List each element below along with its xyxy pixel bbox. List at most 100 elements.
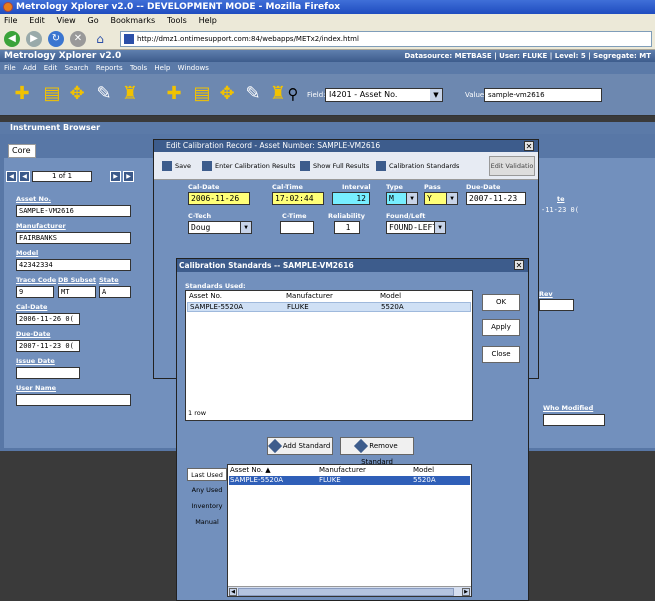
db-subset-field[interactable]: MT: [58, 286, 96, 298]
table-row[interactable]: SAMPLE-5520A FLUKE 5520A: [229, 476, 470, 485]
asset-field[interactable]: SAMPLE-VM2616: [16, 205, 131, 217]
app-menu-tools[interactable]: Tools: [130, 64, 147, 72]
list-icon[interactable]: ▤: [40, 82, 64, 106]
user-name-field[interactable]: [16, 394, 131, 406]
save-button[interactable]: Save: [162, 161, 191, 171]
due-date-field[interactable]: 2007-11-23 0(: [16, 340, 80, 352]
close-icon[interactable]: ✕: [514, 260, 524, 270]
calibration-standards-button[interactable]: Calibration Standards: [376, 161, 459, 171]
app-menu-search[interactable]: Search: [65, 64, 89, 72]
app-menu-windows[interactable]: Windows: [178, 64, 209, 72]
chevron-down-icon[interactable]: ▼: [406, 193, 417, 204]
binoculars-icon[interactable]: ⚲: [281, 82, 305, 106]
c-time-field[interactable]: [280, 221, 314, 234]
chevron-down-icon[interactable]: ▼: [430, 89, 442, 101]
tab-any-used[interactable]: Any Used: [187, 484, 227, 496]
interval-field[interactable]: 12: [332, 192, 370, 205]
column-header-manufacturer[interactable]: Manufacturer: [319, 466, 366, 474]
cal-date-field[interactable]: 2006-11-26 0(: [16, 313, 80, 325]
column-header-model[interactable]: Model: [413, 466, 434, 474]
person-icon[interactable]: ♜: [118, 82, 142, 106]
forward-icon[interactable]: ▶: [26, 31, 42, 47]
move-icon[interactable]: ✥: [65, 82, 89, 106]
horizontal-scrollbar[interactable]: ◀ ▶: [228, 586, 471, 596]
app-menu-reports[interactable]: Reports: [96, 64, 123, 72]
type-select[interactable]: M ▼: [386, 192, 418, 205]
rev-field[interactable]: [539, 299, 574, 311]
model-field[interactable]: 42342334: [16, 259, 131, 271]
column-header-model[interactable]: Model: [380, 292, 401, 300]
menu-edit[interactable]: Edit: [29, 16, 45, 25]
back-icon[interactable]: ◀: [4, 31, 20, 47]
tab-core[interactable]: Core: [8, 144, 36, 158]
page-icon: [124, 34, 134, 44]
cal-time-field[interactable]: 17:02:44: [272, 192, 324, 205]
enter-results-button[interactable]: Enter Calibration Results: [202, 161, 295, 171]
chevron-down-icon[interactable]: ▼: [434, 222, 445, 233]
standards-lookup-grid[interactable]: Asset No. ▲ Manufacturer Model SAMPLE-55…: [227, 464, 472, 597]
scroll-thumb[interactable]: [238, 588, 454, 596]
column-header-asset[interactable]: Asset No. ▲: [230, 466, 271, 474]
next-record-icon[interactable]: ▶: [110, 171, 121, 182]
add-instrument-icon[interactable]: ✚: [10, 82, 34, 106]
url-bar[interactable]: http://dmz1.ontimesupport.com:84/webapps…: [120, 31, 652, 47]
app-menu-edit[interactable]: Edit: [44, 64, 58, 72]
ok-button[interactable]: OK: [482, 294, 520, 311]
found-left-select[interactable]: FOUND-LEFT ▼: [386, 221, 446, 234]
cal-date-label: Cal-Date: [16, 303, 48, 311]
edit-wrench-icon[interactable]: ✎: [241, 82, 265, 106]
chevron-down-icon[interactable]: ▼: [240, 222, 251, 233]
edit-validation-button[interactable]: Edit Validatio: [489, 156, 535, 176]
edit-instrument-icon[interactable]: ✚: [162, 82, 186, 106]
scroll-left-icon[interactable]: ◀: [229, 588, 237, 596]
menu-bookmarks[interactable]: Bookmarks: [110, 16, 155, 25]
chevron-down-icon[interactable]: ▼: [446, 193, 457, 204]
tab-last-used[interactable]: Last Used: [187, 468, 227, 481]
edit-list-icon[interactable]: ▤: [190, 82, 214, 106]
app-menu-help[interactable]: Help: [154, 64, 170, 72]
home-icon[interactable]: ⌂: [92, 31, 108, 47]
column-header-asset[interactable]: Asset No.: [189, 292, 222, 300]
who-modified-field[interactable]: [543, 414, 605, 426]
value-input[interactable]: sample-vm2616: [484, 88, 602, 102]
show-full-results-button[interactable]: Show Full Results: [300, 161, 369, 171]
menu-go[interactable]: Go: [88, 16, 99, 25]
stop-icon[interactable]: ✕: [70, 31, 86, 47]
reload-icon[interactable]: ↻: [48, 31, 64, 47]
remove-standard-button[interactable]: Remove Standard: [340, 437, 414, 466]
wrench-icon[interactable]: ✎: [92, 82, 116, 106]
add-standard-button[interactable]: Add Standard: [267, 437, 333, 455]
prev-record-icon[interactable]: ◀: [19, 171, 30, 182]
trace-code-field[interactable]: 9: [16, 286, 54, 298]
menu-help[interactable]: Help: [199, 16, 217, 25]
standards-used-label: Standards Used:: [185, 282, 246, 290]
app-menu-add[interactable]: Add: [23, 64, 37, 72]
tab-manual[interactable]: Manual: [187, 516, 227, 528]
last-record-icon[interactable]: ▶: [123, 171, 134, 182]
pass-select[interactable]: Y ▼: [424, 192, 458, 205]
state-field[interactable]: A: [99, 286, 131, 298]
save-button-label: Save: [175, 162, 191, 170]
scroll-right-icon[interactable]: ▶: [462, 588, 470, 596]
manufacturer-field[interactable]: FAIRBANKS: [16, 232, 131, 244]
close-button[interactable]: Close: [482, 346, 520, 363]
menu-tools[interactable]: Tools: [167, 16, 187, 25]
menu-file[interactable]: File: [4, 16, 17, 25]
c-tech-select[interactable]: Doug ▼: [188, 221, 252, 234]
tab-inventory[interactable]: Inventory: [187, 500, 227, 512]
due-date-edit-field[interactable]: 2007-11-23: [466, 192, 526, 205]
table-row[interactable]: SAMPLE-5520A FLUKE 5520A: [187, 302, 471, 312]
menu-view[interactable]: View: [57, 16, 76, 25]
first-record-icon[interactable]: ◀: [6, 171, 17, 182]
standards-used-grid[interactable]: Asset No. Manufacturer Model SAMPLE-5520…: [185, 290, 473, 421]
type-label: Type: [386, 183, 403, 191]
issue-date-field[interactable]: [16, 367, 80, 379]
close-icon[interactable]: ✕: [524, 141, 534, 151]
edit-move-icon[interactable]: ✥: [215, 82, 239, 106]
apply-button[interactable]: Apply: [482, 319, 520, 336]
field-select[interactable]: I4201 - Asset No. ▼: [325, 88, 443, 102]
cal-date-edit-field[interactable]: 2006-11-26: [188, 192, 250, 205]
reliability-field[interactable]: 1: [334, 221, 360, 234]
app-menu-file[interactable]: File: [4, 64, 16, 72]
column-header-manufacturer[interactable]: Manufacturer: [286, 292, 333, 300]
